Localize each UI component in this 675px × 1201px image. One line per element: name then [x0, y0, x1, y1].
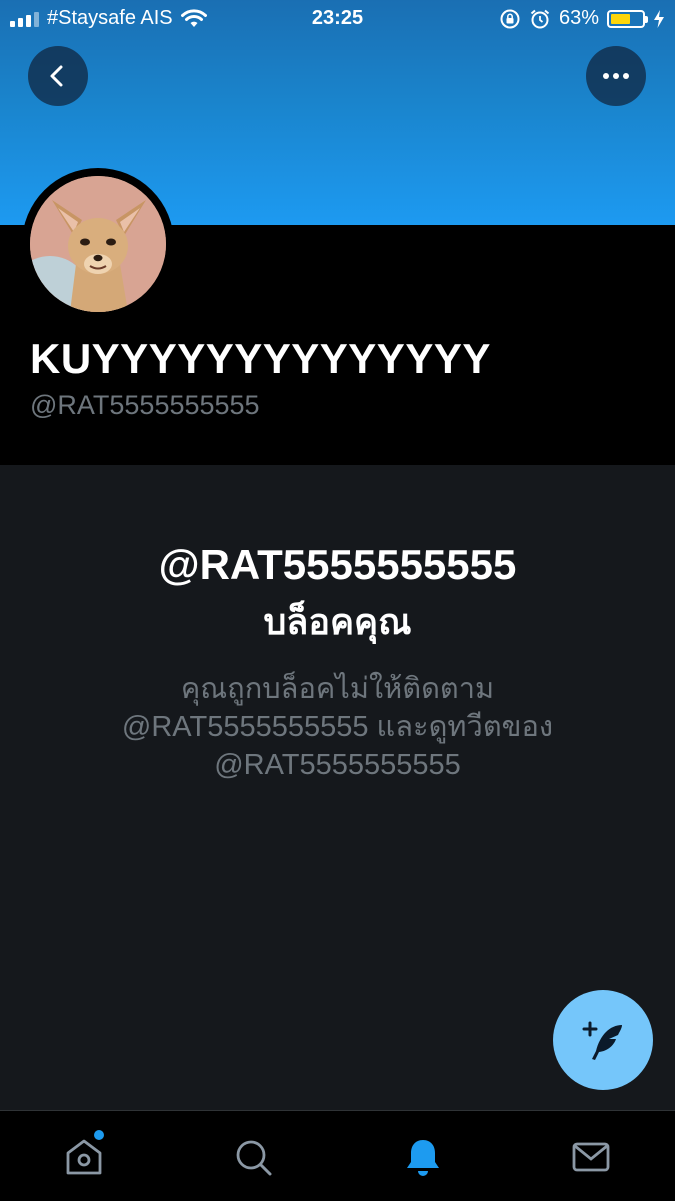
chevron-left-icon	[50, 65, 63, 87]
blocked-title: @RAT5555555555	[158, 541, 517, 588]
tab-search[interactable]	[229, 1133, 277, 1181]
tab-notifications[interactable]	[399, 1133, 447, 1181]
battery-icon	[607, 9, 648, 28]
home-icon	[66, 1139, 102, 1175]
alarm-icon	[530, 9, 550, 28]
compose-feather-icon	[582, 1021, 622, 1060]
blocked-subtitle: บล็อคคุณ	[263, 601, 412, 642]
avatar-image	[30, 176, 166, 312]
profile-handle: @RAT5555555555	[30, 390, 260, 420]
more-icon	[603, 73, 629, 79]
status-bar: #Staysafe AIS 23:25 63%	[0, 0, 675, 38]
compose-tweet-button[interactable]	[553, 990, 653, 1090]
tab-home[interactable]	[60, 1130, 108, 1181]
new-content-dot	[94, 1130, 104, 1140]
back-button[interactable]	[28, 46, 88, 106]
rotation-lock-icon	[500, 9, 520, 28]
search-icon	[236, 1140, 272, 1176]
tab-messages[interactable]	[567, 1133, 615, 1181]
blocked-desc-line: @RAT5555555555	[214, 749, 461, 781]
more-options-button[interactable]	[586, 46, 646, 106]
blocked-desc-line: @RAT5555555555 และดูทวีตของ	[121, 711, 554, 743]
display-name: KUYYYYYYYYYYYYYY	[30, 335, 491, 382]
avatar[interactable]	[22, 168, 174, 320]
notifications-icon	[407, 1140, 439, 1176]
blocked-description: คุณถูกบล็อคไม่ให้ติดตาม @RAT5555555555 แ…	[78, 670, 598, 784]
bottom-tab-bar	[0, 1110, 675, 1201]
battery-percent: 63%	[558, 7, 599, 29]
charging-icon	[654, 9, 664, 28]
blocked-desc-line: คุณถูกบล็อคไม่ให้ติดตาม	[180, 673, 495, 705]
messages-icon	[572, 1142, 610, 1172]
blocked-notice: @RAT5555555555 บล็อคคุณ คุณถูกบล็อคไม่ให…	[0, 540, 675, 784]
